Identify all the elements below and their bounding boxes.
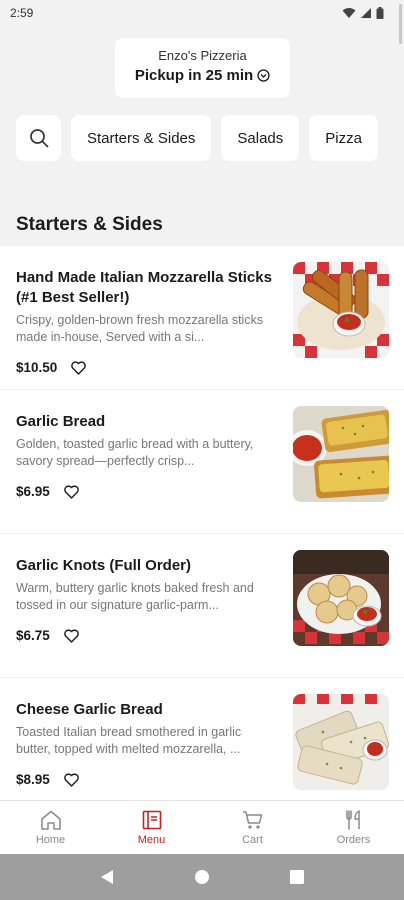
- pickup-time-row[interactable]: Pickup in 25 min: [115, 67, 290, 84]
- menu-content[interactable]: Starters & Sides Hand Made Italian Mozza…: [0, 190, 404, 800]
- menu-item-text: Cheese Garlic Bread Toasted Italian brea…: [16, 700, 278, 787]
- menu-item-price-row: $10.50: [16, 360, 278, 375]
- category-chip-salads[interactable]: Salads: [221, 115, 300, 161]
- nav-menu[interactable]: Menu: [101, 801, 202, 854]
- heart-icon[interactable]: [64, 772, 79, 787]
- heart-icon[interactable]: [71, 360, 87, 375]
- menu-item-image: [293, 406, 389, 502]
- menu-item-price-row: $6.75: [16, 628, 278, 643]
- menu-item-price-row: $8.95: [16, 772, 278, 787]
- nav-orders[interactable]: Orders: [303, 801, 404, 854]
- category-chip-starters[interactable]: Starters & Sides: [71, 115, 212, 161]
- nav-cart[interactable]: Cart: [202, 801, 303, 854]
- menu-item-image: [293, 550, 389, 646]
- heart-icon[interactable]: [64, 484, 79, 499]
- menu-item-price-row: $6.95: [16, 484, 278, 499]
- category-chip-pizza[interactable]: Pizza: [309, 115, 378, 161]
- menu-item-name: Garlic Knots (Full Order): [16, 557, 192, 574]
- menu-item-text: Garlic Knots (Full Order) Warm, buttery …: [16, 556, 278, 643]
- menu-item-image: [293, 694, 389, 790]
- menu-item-description: Warm, buttery garlic knots baked fresh a…: [16, 581, 254, 612]
- back-icon[interactable]: [100, 869, 114, 885]
- status-icons: [342, 7, 384, 19]
- menu-item-description: Golden, toasted garlic bread with a butt…: [16, 437, 254, 468]
- nav-home-label: Home: [35, 833, 66, 846]
- heart-icon[interactable]: [64, 628, 79, 643]
- search-icon: [29, 129, 48, 148]
- nav-orders-label: Orders: [336, 833, 371, 846]
- menu-item-text: Hand Made Italian Mozzarella Sticks (#1 …: [16, 268, 278, 375]
- menu-item-price: $6.75: [16, 628, 50, 643]
- system-nav-bar: [0, 854, 404, 900]
- pickup-time: Pickup in 25 min: [134, 67, 254, 84]
- bottom-nav: Home Menu Cart Orders: [0, 800, 404, 854]
- scroll-indicator: [399, 4, 402, 44]
- menu-item-name: Hand Made Italian Mozzarella Sticks (#1 …: [16, 269, 272, 306]
- menu-item-description: Crispy, golden-brown fresh mozzarella st…: [16, 313, 264, 344]
- menu-item-name: Cheese Garlic Bread: [16, 701, 163, 718]
- menu-list: Hand Made Italian Mozzarella Sticks (#1 …: [0, 246, 404, 800]
- section-title: Starters & Sides: [16, 214, 163, 235]
- signal-icon: [361, 8, 371, 18]
- menu-item-name: Garlic Bread: [16, 413, 106, 430]
- category-bar: Starters & Sides Salads Pizza: [16, 115, 378, 161]
- status-time: 2:59: [10, 6, 34, 20]
- orders-icon: [345, 809, 360, 830]
- recents-icon[interactable]: [290, 870, 304, 884]
- menu-item[interactable]: Hand Made Italian Mozzarella Sticks (#1 …: [0, 246, 404, 390]
- menu-item-price: $10.50: [16, 360, 58, 375]
- menu-item[interactable]: Garlic Knots (Full Order) Warm, buttery …: [0, 534, 404, 678]
- chevron-down-circle-icon: [257, 69, 270, 82]
- menu-icon: [142, 810, 161, 829]
- home-circle-icon[interactable]: [194, 869, 210, 885]
- home-icon: [40, 810, 61, 830]
- status-bar: 2:59: [0, 0, 404, 26]
- battery-icon: [376, 7, 384, 19]
- menu-item[interactable]: Garlic Bread Golden, toasted garlic brea…: [0, 390, 404, 534]
- nav-home[interactable]: Home: [0, 801, 101, 854]
- menu-item-text: Garlic Bread Golden, toasted garlic brea…: [16, 412, 278, 499]
- pickup-card[interactable]: Enzo's Pizzeria Pickup in 25 min: [115, 38, 290, 98]
- nav-menu-label: Menu: [137, 833, 166, 846]
- wifi-icon: [342, 8, 356, 18]
- menu-item-description: Toasted Italian bread smothered in garli…: [16, 725, 242, 756]
- menu-item-price: $6.95: [16, 484, 50, 499]
- search-button[interactable]: [16, 115, 61, 161]
- store-name: Enzo's Pizzeria: [158, 48, 247, 63]
- menu-item-price: $8.95: [16, 772, 50, 787]
- cart-icon: [242, 810, 262, 829]
- menu-item-image: [293, 262, 389, 358]
- menu-item[interactable]: Cheese Garlic Bread Toasted Italian brea…: [0, 678, 404, 800]
- nav-cart-label: Cart: [242, 833, 263, 846]
